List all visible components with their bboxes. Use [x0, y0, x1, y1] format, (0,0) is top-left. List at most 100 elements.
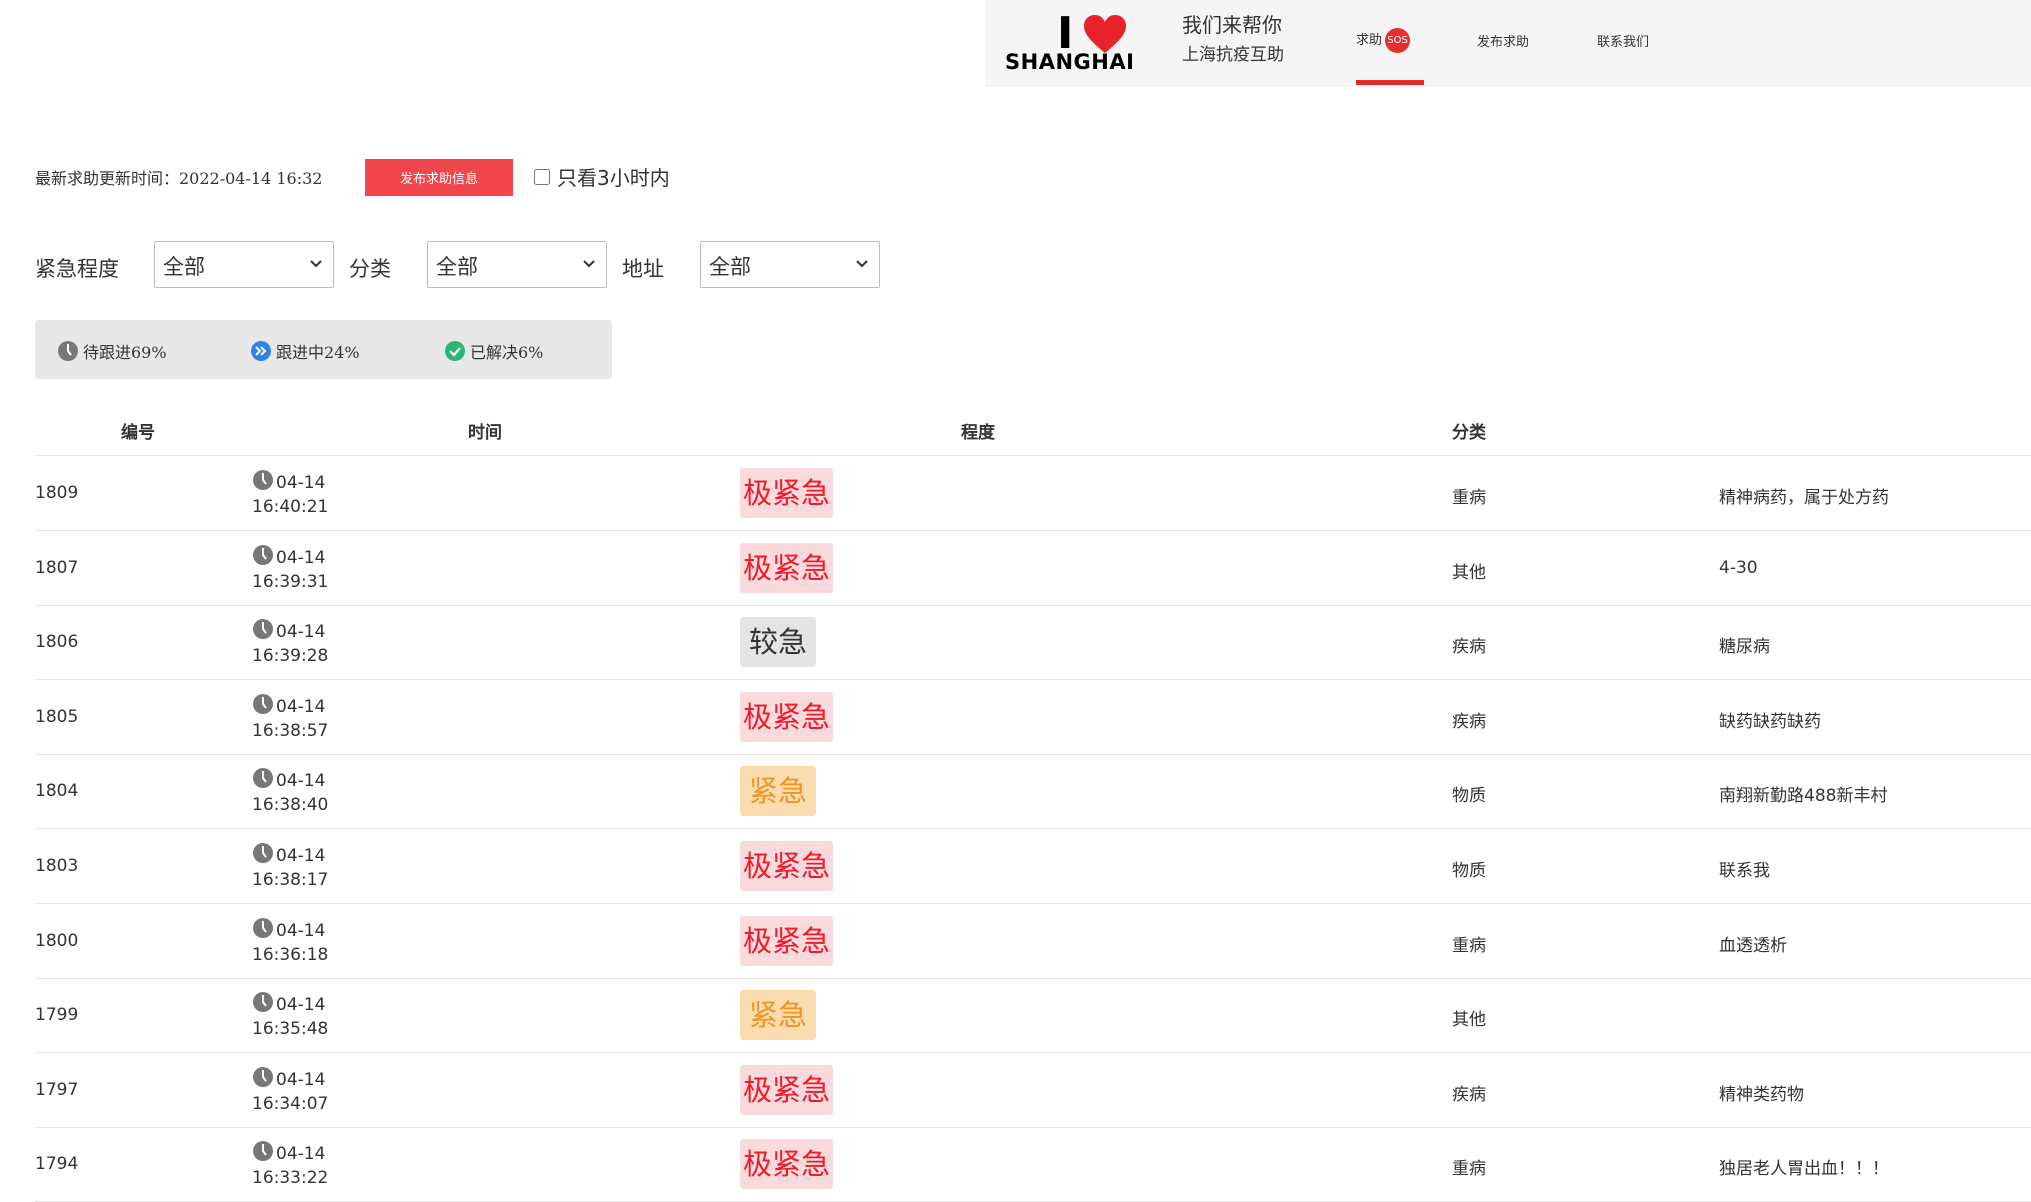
- column-header-id: 编号: [121, 423, 155, 443]
- column-header-time: 时间: [468, 423, 502, 443]
- check-circle-icon: [445, 341, 465, 361]
- request-time: 04-14 16:38:40: [252, 767, 328, 817]
- request-id: 1797: [35, 1079, 79, 1100]
- request-note: 联系我: [1719, 861, 1770, 881]
- status-resolved[interactable]: 已解决6%: [444, 339, 543, 363]
- table-row[interactable]: 1807 04-14 16:39:31 极紧急 其他 4-30: [35, 531, 2031, 606]
- request-clock-time: 16:39:31: [252, 571, 329, 592]
- table-row[interactable]: 1805 04-14 16:38:57 极紧急 疾病 缺药缺药缺药: [35, 680, 2031, 755]
- request-date: 04-14: [276, 846, 326, 866]
- clock-icon: [253, 768, 273, 789]
- chevron-down-icon: [856, 260, 868, 268]
- request-time: 04-14 16:36:18: [252, 917, 328, 967]
- request-category: 重病: [1452, 935, 1486, 956]
- request-date: 04-14: [276, 771, 326, 792]
- nav-contact-us[interactable]: 联系我们: [1597, 31, 1649, 50]
- table-row[interactable]: 1809 04-14 16:40:21 极紧急 重病 精神病药，属于处方药: [35, 456, 2031, 531]
- tagline-sub: 上海抗疫互助: [1182, 45, 1284, 65]
- request-date: 04-14: [276, 547, 326, 568]
- request-category: 物质: [1452, 786, 1486, 807]
- status-in-progress[interactable]: 跟进中24%: [250, 339, 360, 363]
- request-time: 04-14 16:40:21: [252, 469, 328, 519]
- request-id: 1804: [35, 781, 79, 802]
- clock-icon: [253, 470, 273, 490]
- only-3h-filter[interactable]: 只看3小时内: [534, 162, 670, 191]
- fast-forward-icon: [251, 341, 271, 361]
- only-3h-checkbox[interactable]: [534, 168, 550, 185]
- urgency-badge: 极紧急: [740, 915, 834, 966]
- category-select[interactable]: 全部: [427, 241, 607, 288]
- request-date: 04-14: [276, 696, 326, 717]
- clock-icon: [253, 619, 273, 640]
- address-select[interactable]: 全部: [700, 241, 880, 288]
- request-clock-time: 16:40:21: [252, 497, 329, 517]
- address-select-value: 全部: [709, 255, 751, 279]
- request-note: 缺药缺药缺药: [1719, 711, 1821, 732]
- request-category: 其他: [1452, 562, 1486, 583]
- urgency-filter-label: 紧急程度: [35, 257, 119, 281]
- status-pending-label: 待跟进69%: [83, 343, 167, 362]
- i-love-shanghai-logo[interactable]: I SHANGHAI: [1005, 10, 1145, 75]
- urgency-select-value: 全部: [163, 255, 205, 279]
- urgency-badge: 紧急: [740, 766, 816, 817]
- request-date: 04-14: [276, 920, 326, 941]
- status-resolved-label: 已解决6%: [470, 343, 544, 362]
- site-tagline: 我们来帮你 上海抗疫互助: [1182, 12, 1284, 69]
- urgency-badge: 极紧急: [740, 542, 834, 593]
- request-id: 1799: [35, 1005, 79, 1026]
- nav-help-label: 求助: [1356, 33, 1383, 48]
- status-summary-bar: 待跟进69% 跟进中24% 已解决6%: [35, 320, 612, 379]
- request-note: 精神病药，属于处方药: [1719, 488, 1889, 508]
- request-category: 疾病: [1452, 711, 1486, 732]
- request-category: 疾病: [1452, 637, 1486, 658]
- nav-post-request[interactable]: 发布求助: [1477, 31, 1529, 50]
- urgency-badge: 较急: [740, 617, 816, 668]
- status-pending[interactable]: 待跟进69%: [57, 339, 167, 363]
- request-clock-time: 16:38:40: [252, 795, 329, 816]
- sos-badge: SOS: [1385, 28, 1411, 53]
- nav-help[interactable]: 求助 SOS: [1356, 28, 1411, 53]
- request-note: 南翔新勤路488新丰村: [1719, 786, 1888, 807]
- request-id: 1794: [35, 1154, 79, 1175]
- clock-icon: [253, 843, 273, 863]
- request-id: 1800: [35, 930, 79, 951]
- table-row[interactable]: 1800 04-14 16:36:18 极紧急 重病 血透透析: [35, 904, 2031, 979]
- request-time: 04-14 16:34:07: [252, 1066, 328, 1116]
- column-header-level: 程度: [961, 423, 995, 443]
- clock-icon: [253, 992, 273, 1013]
- request-date: 04-14: [276, 473, 326, 493]
- table-row[interactable]: 1794 04-14 16:33:22 极紧急 重病 独居老人胃出血！！！: [35, 1127, 2031, 1202]
- only-3h-label: 只看3小时内: [557, 166, 670, 190]
- request-id: 1809: [35, 483, 79, 503]
- nav-active-indicator: [1356, 80, 1424, 85]
- clock-icon: [253, 1141, 273, 1162]
- table-row[interactable]: 1806 04-14 16:39:28 较急 疾病 糖尿病: [35, 605, 2031, 681]
- urgency-badge: 极紧急: [740, 841, 834, 891]
- chevron-down-icon: [583, 260, 595, 268]
- status-in-progress-label: 跟进中24%: [276, 343, 360, 362]
- table-row[interactable]: 1804 04-14 16:38:40 紧急 物质 南翔新勤路488新丰村: [35, 754, 2031, 830]
- urgency-select[interactable]: 全部: [154, 241, 334, 288]
- category-select-value: 全部: [436, 255, 478, 279]
- request-id: 1805: [35, 706, 79, 727]
- request-time: 04-14 16:38:57: [252, 693, 328, 743]
- table-row[interactable]: 1797 04-14 16:34:07 极紧急 疾病 精神类药物: [35, 1053, 2031, 1128]
- request-time: 04-14 16:33:22: [252, 1140, 328, 1190]
- request-clock-time: 16:35:48: [252, 1019, 329, 1040]
- table-header: 编号 时间 程度 分类: [35, 410, 2031, 456]
- request-note: 独居老人胃出血！！！: [1719, 1159, 1889, 1180]
- request-category: 物质: [1452, 861, 1486, 881]
- request-time: 04-14 16:39:28: [252, 618, 328, 668]
- request-id: 1807: [35, 557, 79, 578]
- request-category: 疾病: [1452, 1084, 1486, 1105]
- request-category: 重病: [1452, 1159, 1486, 1180]
- heart-icon: [1084, 15, 1126, 53]
- table-row[interactable]: 1803 04-14 16:38:17 极紧急 物质 联系我: [35, 829, 2031, 904]
- tagline-main: 我们来帮你: [1182, 13, 1282, 37]
- logo-wordmark: SHANGHAI: [1005, 50, 1135, 74]
- urgency-badge: 极紧急: [740, 1139, 834, 1190]
- request-clock-time: 16:38:57: [252, 720, 329, 741]
- publish-request-button[interactable]: 发布求助信息: [365, 159, 513, 196]
- request-time: 04-14 16:38:17: [252, 842, 328, 892]
- table-row[interactable]: 1799 04-14 16:35:48 紧急 其他: [35, 978, 2031, 1054]
